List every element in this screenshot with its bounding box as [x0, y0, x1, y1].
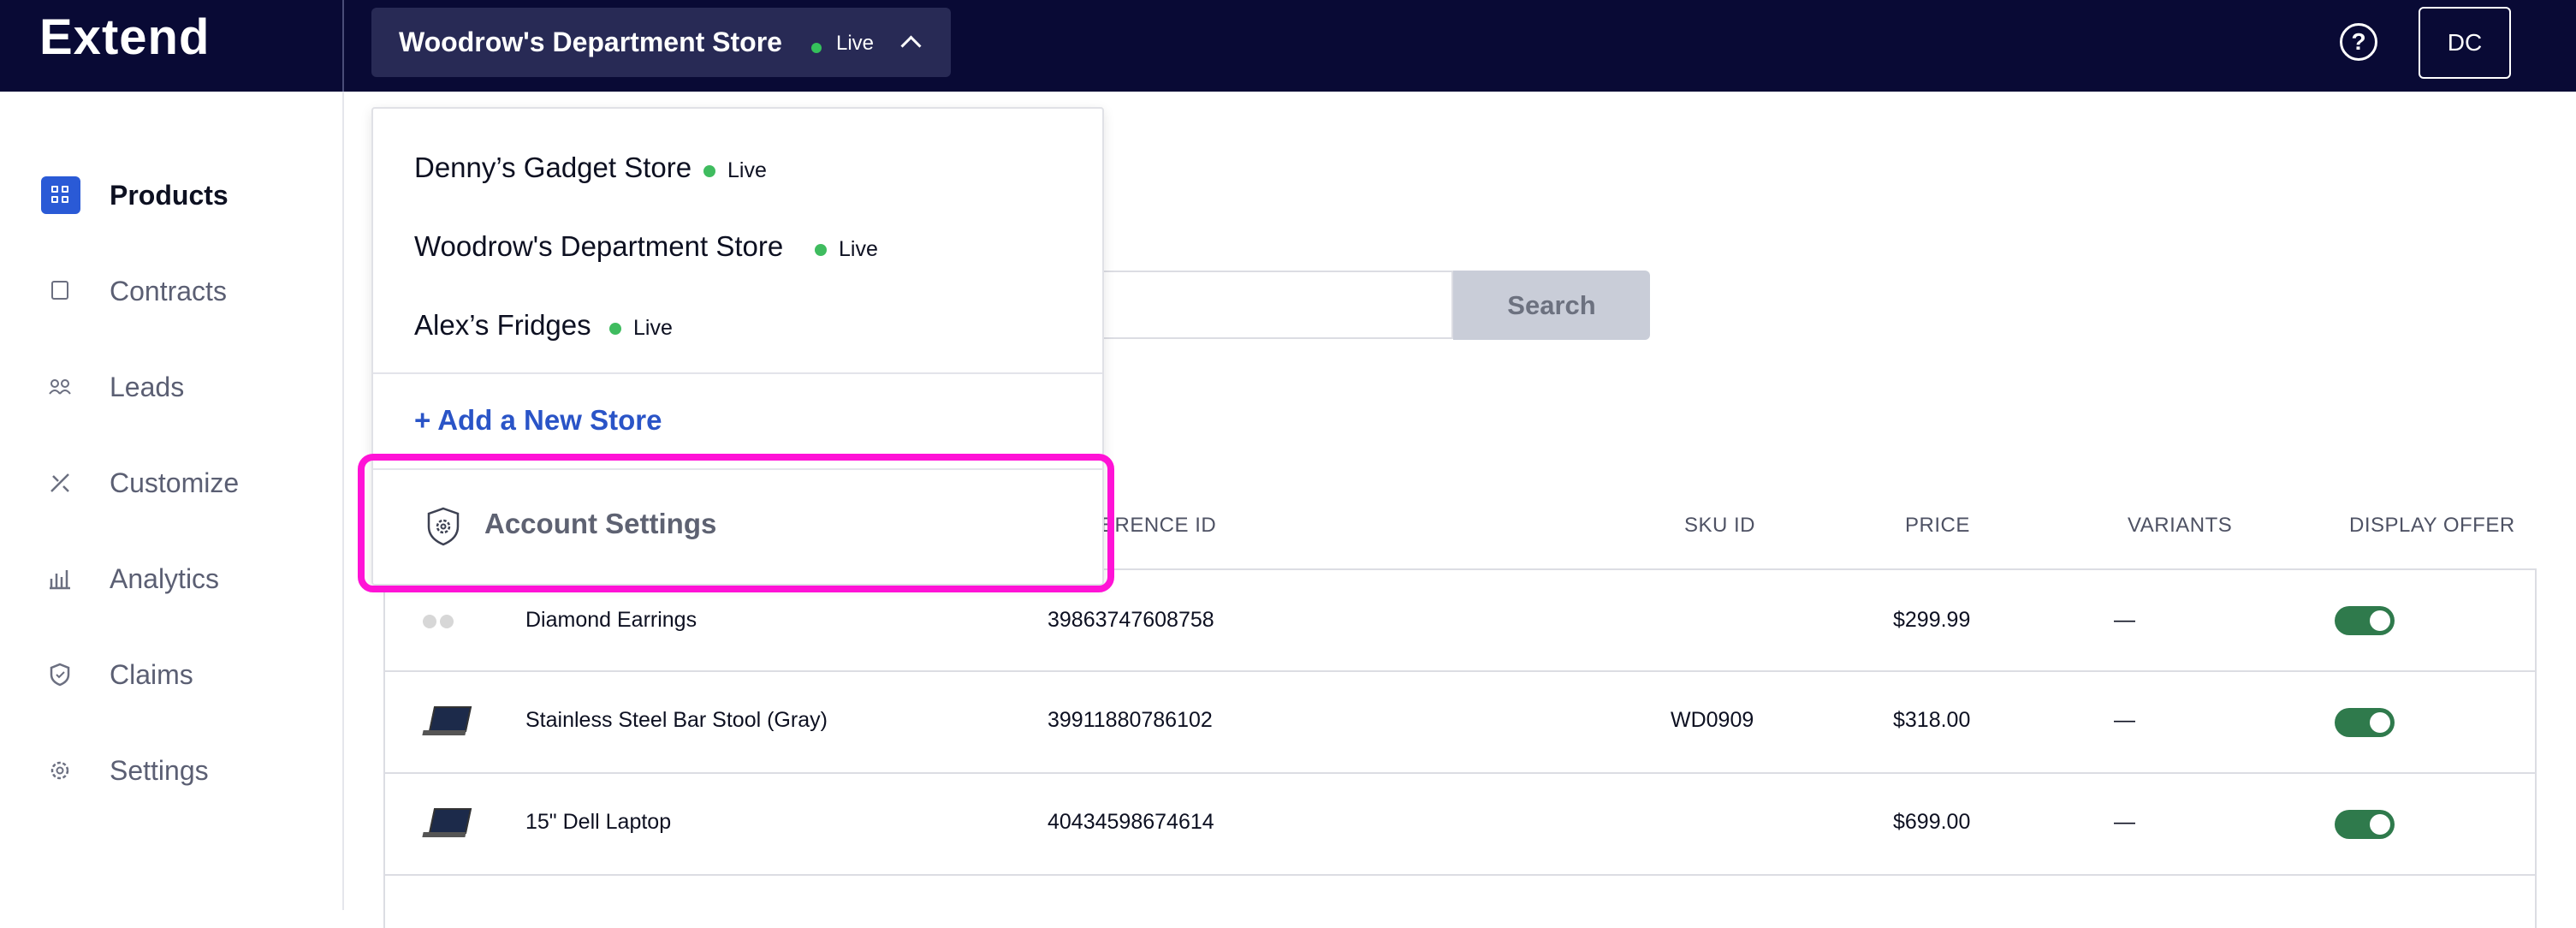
sidebar-item-label: Customize: [110, 467, 240, 498]
gear-icon: [41, 752, 80, 789]
product-thumbnail: [418, 603, 471, 639]
sidebar-item-label: Settings: [110, 755, 209, 786]
analytics-icon: [41, 560, 80, 598]
sidebar-item-claims[interactable]: Claims: [41, 652, 332, 695]
user-avatar-button[interactable]: DC: [2419, 7, 2511, 79]
sidebar-item-label: Contracts: [110, 276, 227, 306]
sidebar-item-contracts[interactable]: Contracts: [41, 269, 332, 312]
product-name[interactable]: 15" Dell Laptop: [525, 810, 671, 835]
search-input[interactable]: [1095, 271, 1453, 339]
product-name[interactable]: Stainless Steel Bar Stool (Gray): [525, 708, 828, 733]
sidebar-item-analytics[interactable]: Analytics: [41, 556, 332, 599]
leads-icon: [41, 368, 80, 406]
display-offer-toggle[interactable]: [2335, 606, 2395, 635]
brand-logo[interactable]: Extend: [39, 9, 210, 66]
product-name[interactable]: Diamond Earrings: [525, 608, 697, 633]
contracts-icon: [41, 272, 80, 310]
sidebar-item-label: Analytics: [110, 563, 220, 594]
price: $299.99: [1893, 608, 1971, 632]
sidebar-item-label: Products: [110, 180, 229, 211]
sidebar-item-settings[interactable]: Settings: [41, 748, 332, 791]
sidebar-item-products[interactable]: Products: [41, 173, 332, 216]
sidebar-item-customize[interactable]: Customize: [41, 461, 332, 503]
help-icon[interactable]: ?: [2340, 23, 2377, 61]
search-button[interactable]: Search: [1453, 271, 1650, 340]
price: $318.00: [1893, 708, 1971, 732]
column-header-price: PRICE: [1905, 514, 1970, 537]
shield-icon: [41, 656, 80, 693]
display-offer-toggle[interactable]: [2335, 708, 2395, 737]
top-bar: Extend Woodrow's Department Store Live ?…: [0, 0, 2576, 92]
table-row[interactable]: Stainless Steel Bar Stool (Gray) 3991188…: [385, 672, 2535, 774]
column-header-variants: VARIANTS: [2128, 514, 2233, 537]
live-status-dot: [703, 165, 715, 177]
add-new-store-link[interactable]: + Add a New Store: [414, 404, 662, 437]
grid-icon: [41, 176, 80, 214]
current-store-name: Woodrow's Department Store: [399, 27, 782, 57]
display-offer-toggle[interactable]: [2335, 810, 2395, 839]
sidebar-item-label: Leads: [110, 372, 185, 402]
store-option-name: Denny’s Gadget Store: [414, 152, 692, 183]
sidebar-item-leads[interactable]: Leads: [41, 365, 332, 407]
live-status-dot: [811, 43, 822, 53]
sku-id: WD0909: [1671, 708, 1754, 732]
store-option-status: Live: [633, 316, 673, 340]
column-header-display-offer: DISPLAY OFFER: [2349, 514, 2515, 537]
brand: Extend: [0, 0, 344, 92]
sidebar-item-label: Claims: [110, 659, 193, 690]
reference-id: 39863747608758: [1048, 608, 1214, 632]
chevron-up-icon: [900, 35, 922, 57]
current-store-status: Live: [836, 32, 875, 55]
store-option-status: Live: [839, 237, 878, 261]
highlight-annotation: [358, 454, 1114, 592]
reference-id: 40434598674614: [1048, 810, 1214, 834]
store-selector-button[interactable]: Woodrow's Department Store Live: [371, 8, 951, 77]
product-thumbnail: [418, 806, 472, 842]
variants: —: [2114, 608, 2135, 632]
variants: —: [2114, 708, 2135, 732]
store-option-name: Woodrow's Department Store: [414, 230, 784, 262]
live-status-dot: [815, 244, 827, 256]
customize-icon: [41, 464, 80, 502]
product-thumbnail: [418, 705, 472, 741]
divider: [373, 372, 1102, 374]
column-header-reference-id: ERENCE ID: [1101, 514, 1217, 537]
price: $699.00: [1893, 810, 1971, 834]
reference-id: 39911880786102: [1048, 708, 1213, 732]
column-header-sku-id: SKU ID: [1684, 514, 1756, 537]
sidebar: Products Contracts Leads Customize Analy…: [0, 92, 344, 910]
variants: —: [2114, 810, 2135, 834]
store-option-status: Live: [727, 158, 767, 182]
live-status-dot: [609, 323, 621, 335]
table-row[interactable]: 15" Dell Laptop 40434598674614 $699.00 —: [385, 774, 2535, 876]
store-option-name: Alex’s Fridges: [414, 309, 591, 341]
